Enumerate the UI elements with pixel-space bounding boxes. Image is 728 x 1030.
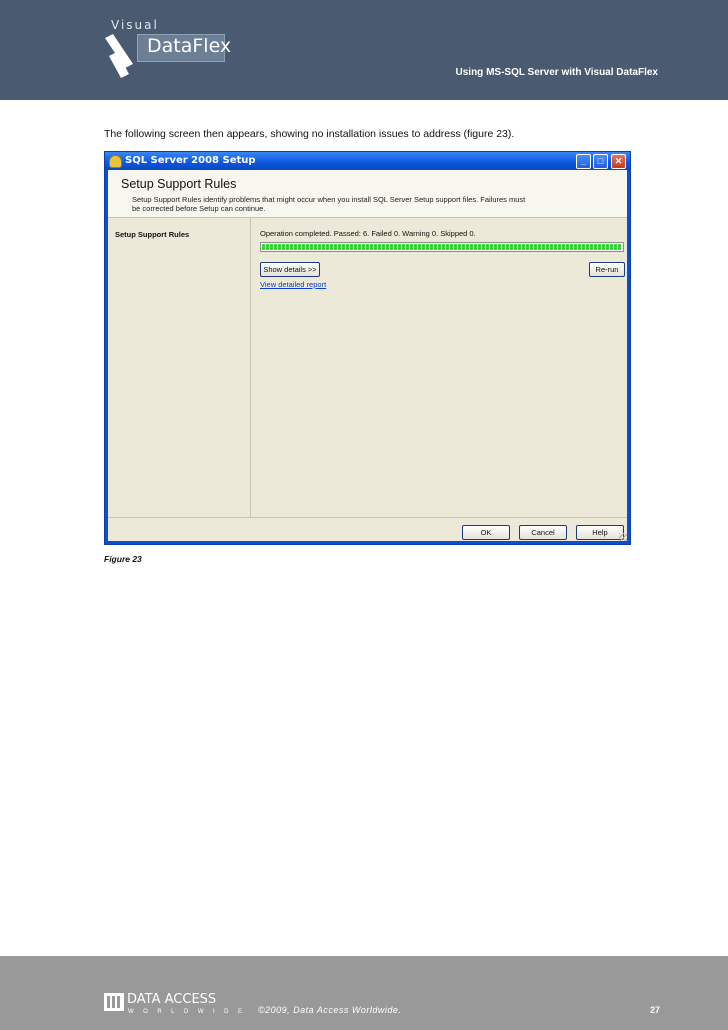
header-title: Using MS-SQL Server with Visual DataFlex (455, 67, 658, 78)
ok-button[interactable]: OK (462, 525, 510, 540)
minimize-button[interactable]: _ (576, 154, 591, 169)
logo-name-text: DataFlex (147, 35, 232, 57)
dialog-banner: Setup Support Rules Setup Support Rules … (108, 170, 627, 218)
cancel-button[interactable]: Cancel (519, 525, 567, 540)
progress-bar (260, 242, 624, 252)
show-details-button[interactable]: Show details >> (260, 262, 320, 277)
operation-status-text: Operation completed. Passed: 6. Failed 0… (260, 229, 476, 238)
visual-dataflex-logo: Visual DataFlex (103, 16, 231, 78)
page-header: Visual DataFlex Using MS-SQL Server with… (0, 0, 728, 100)
dialog-button-bar: OK Cancel Help (108, 517, 627, 541)
figure-caption: Figure 23 (104, 554, 142, 564)
dialog-title: SQL Server 2008 Setup (125, 155, 256, 166)
data-access-logo-icon (104, 993, 124, 1011)
banner-description: Setup Support Rules identify problems th… (132, 195, 526, 213)
maximize-button[interactable]: □ (593, 154, 608, 169)
rerun-button[interactable]: Re-run (589, 262, 625, 277)
page-number: 27 (649, 1005, 660, 1015)
copyright-text: ©2009, Data Access Worldwide. (258, 1005, 402, 1015)
progress-bar-fill (262, 244, 622, 250)
close-button[interactable]: ✕ (611, 154, 626, 169)
resize-grip[interactable] (619, 533, 627, 541)
dialog-titlebar[interactable]: SQL Server 2008 Setup _ □ ✕ (105, 152, 630, 170)
sidebar-item-setup-support-rules[interactable]: Setup Support Rules (115, 230, 189, 239)
help-button[interactable]: Help (576, 525, 624, 540)
view-detailed-report-link[interactable]: View detailed report (260, 280, 326, 289)
logo-visual-text: Visual (111, 18, 159, 32)
setup-dialog-window: SQL Server 2008 Setup _ □ ✕ Setup Suppor… (104, 151, 631, 545)
data-access-logo-subtext: WORLDWIDE (128, 1009, 252, 1015)
dataflex-logo-mark-icon (105, 34, 133, 78)
banner-title: Setup Support Rules (121, 177, 237, 191)
dialog-client-area: Setup Support Rules Setup Support Rules … (108, 170, 627, 541)
steps-sidebar: Setup Support Rules (108, 218, 251, 517)
page-footer: DATA ACCESS WORLDWIDE ©2009, Data Access… (0, 956, 728, 1030)
intro-paragraph: The following screen then appears, showi… (104, 128, 515, 140)
data-access-logo-text: DATA ACCESS (127, 992, 217, 1007)
sql-server-app-icon (109, 155, 122, 168)
